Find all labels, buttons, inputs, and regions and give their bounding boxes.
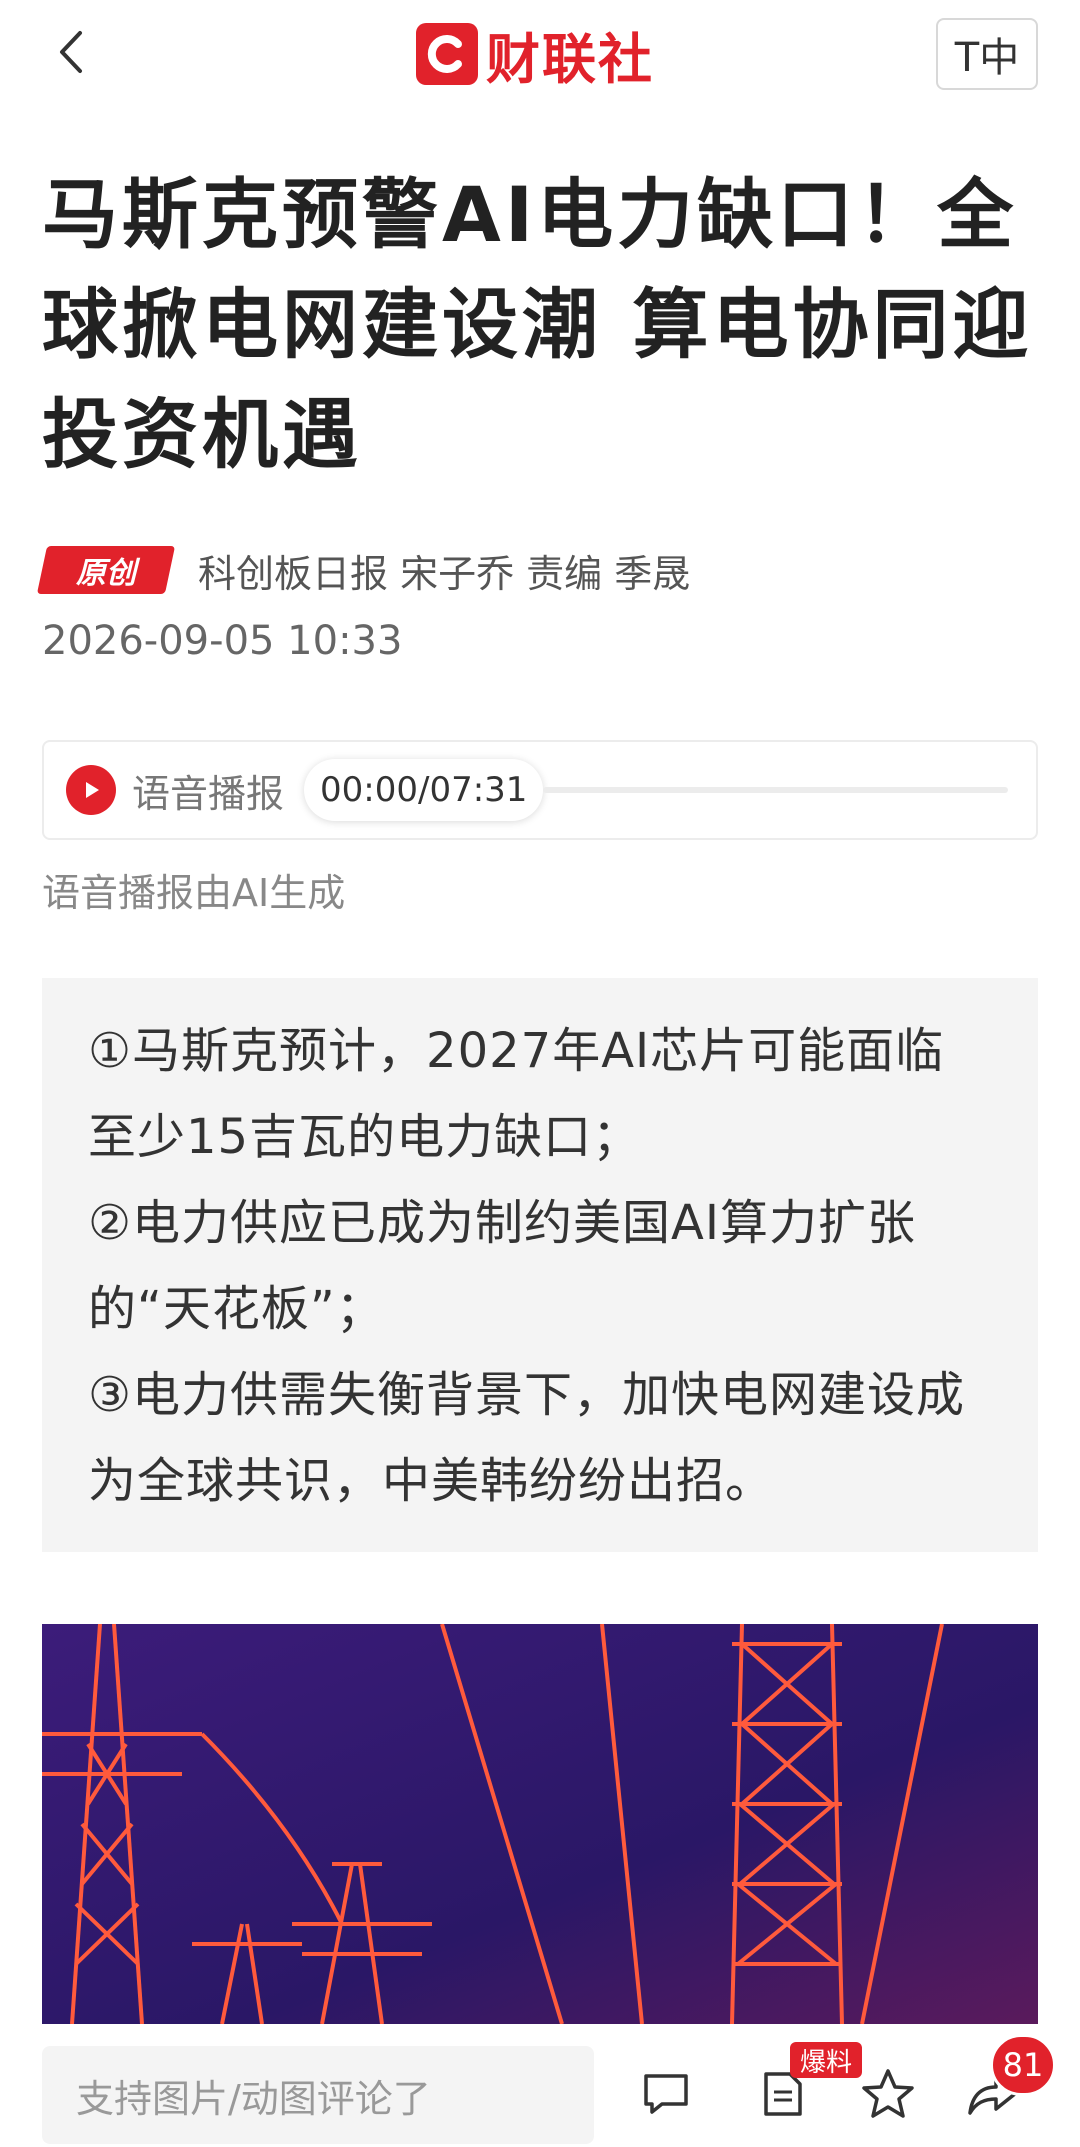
logo-c-icon [416,23,478,85]
bottom-action-bar: 支持图片/动图评论了 爆料 81 [0,2024,1080,2147]
favorite-button[interactable] [858,2064,918,2124]
title-ai: AI [442,170,538,259]
logo-text: 财联社 [486,27,654,91]
back-button[interactable] [42,22,102,82]
summary-box: ①马斯克预计，2027年AI芯片可能面临至少15吉瓦的电力缺口； ②电力供应已成… [42,978,1038,1552]
comment-count-badge: 81 [990,2034,1056,2096]
article-meta: 原创 科创板日报 宋子乔 责编 季晟 [36,540,691,600]
article-title: 马斯克预警AI电力缺口！全球掀电网建设潮 算电协同迎投资机遇 [42,160,1042,490]
publish-date: 2026-09-05 10:33 [42,618,403,664]
summary-item: ①马斯克预计，2027年AI芯片可能面临至少15吉瓦的电力缺口； [88,1023,945,1165]
audio-progress-track[interactable] [543,787,1008,793]
comment-input[interactable]: 支持图片/动图评论了 [42,2046,594,2144]
audio-player: 语音播报 00:00/07:31 [42,740,1038,840]
play-button[interactable] [66,765,116,815]
comment-icon [644,2074,688,2114]
app-logo: 财联社 [416,22,654,91]
top-bar: 财联社 T中 [0,0,1080,110]
summary-item: ②电力供应已成为制约美国AI算力扩张的“天花板”； [88,1195,917,1337]
summary-item: ③电力供需失衡背景下，加快电网建设成为全球共识，中美韩纷纷出招。 [88,1367,966,1509]
font-size-button[interactable]: T中 [936,18,1038,90]
original-badge: 原创 [36,546,176,594]
play-icon [86,782,99,798]
audio-time[interactable]: 00:00/07:31 [304,759,544,821]
title-part1: 马斯克预警 [42,170,442,259]
tip-tag: 爆料 [790,2042,863,2078]
audio-label: 语音播报 [132,771,285,816]
star-icon [862,2069,914,2118]
byline: 科创板日报 宋子乔 责编 季晟 [198,551,691,596]
article-hero-image [42,1624,1038,2024]
chevron-left-icon [60,31,82,73]
comment-button[interactable] [636,2064,696,2124]
audio-note: 语音播报由AI生成 [42,871,346,915]
